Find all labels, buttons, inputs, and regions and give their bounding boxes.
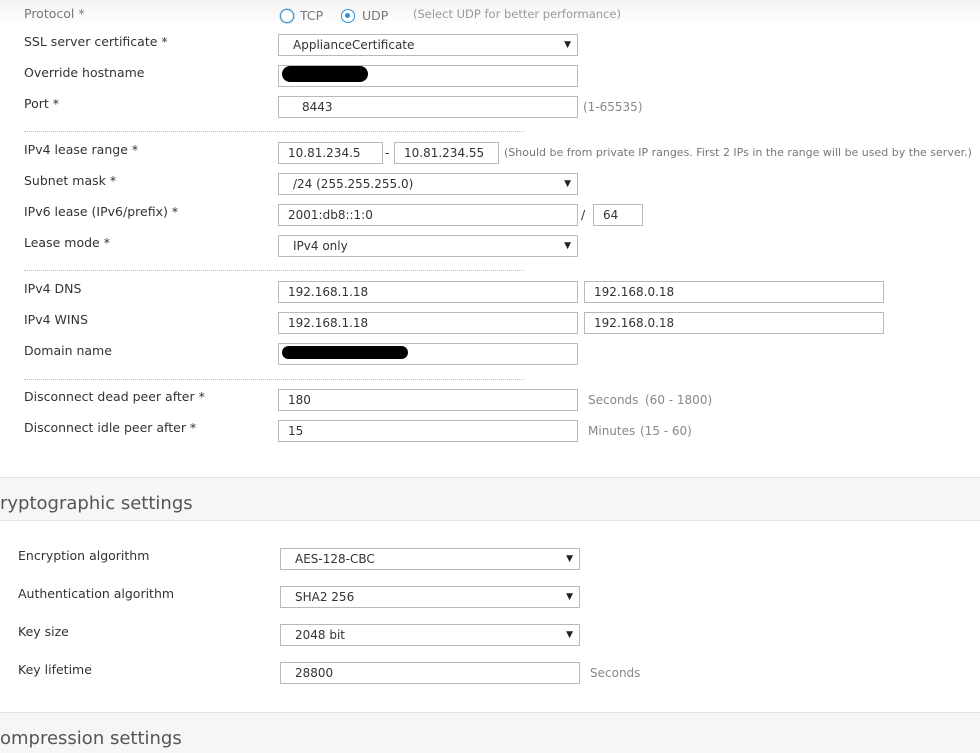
- encryption-value: AES-128-CBC: [295, 552, 375, 566]
- ipv4-wins-label: IPv4 WINS: [24, 312, 88, 327]
- chevron-down-icon: ▼: [564, 40, 571, 50]
- ssl-cert-label: SSL server certificate *: [24, 34, 168, 49]
- ipv6-lease-input[interactable]: 2001:db8::1:0: [278, 204, 578, 226]
- subnet-mask-label: Subnet mask *: [24, 173, 117, 188]
- crypto-section-header: ryptographic settings: [0, 477, 980, 521]
- idle-peer-input[interactable]: 15: [278, 420, 578, 442]
- ipv6-prefix-input[interactable]: 64: [593, 204, 643, 226]
- key-lifetime-input[interactable]: 28800: [280, 662, 580, 684]
- ipv4-dns-primary-value: 192.168.1.18: [288, 285, 369, 299]
- ipv6-prefix-value: 64: [603, 208, 619, 222]
- chevron-down-icon: ▼: [566, 592, 573, 602]
- separator: [24, 270, 524, 271]
- override-hostname-label: Override hostname: [24, 65, 145, 80]
- idle-peer-range: (15 - 60): [640, 424, 692, 438]
- chevron-down-icon: ▼: [564, 179, 571, 189]
- ipv6-lease-label: IPv6 lease (IPv6/prefix) *: [24, 204, 179, 219]
- encryption-label: Encryption algorithm: [18, 548, 150, 563]
- dead-peer-unit: Seconds: [588, 393, 639, 407]
- encryption-select[interactable]: AES-128-CBC ▼: [280, 548, 580, 570]
- ipv4-dns-primary-input[interactable]: 192.168.1.18: [278, 281, 578, 303]
- ssl-cert-value: ApplianceCertificate: [293, 38, 415, 52]
- compression-section-header: ompression settings: [0, 712, 980, 753]
- port-hint: (1-65535): [583, 100, 643, 114]
- key-size-label: Key size: [18, 624, 69, 639]
- authentication-value: SHA2 256: [295, 590, 355, 604]
- idle-peer-value: 15: [288, 424, 304, 438]
- crypto-section-title: ryptographic settings: [0, 493, 193, 514]
- separator: [24, 131, 524, 132]
- ipv4-wins-secondary-value: 192.168.0.18: [594, 316, 675, 330]
- idle-peer-unit: Minutes: [588, 424, 636, 438]
- redaction-mark: [282, 346, 408, 359]
- lease-mode-select[interactable]: IPv4 only ▼: [278, 235, 578, 257]
- ssl-cert-select[interactable]: ApplianceCertificate ▼: [278, 34, 578, 56]
- port-value: 8443: [302, 100, 333, 114]
- compression-section-title: ompression settings: [0, 728, 182, 749]
- ipv4-lease-hint: (Should be from private IP ranges. First…: [504, 146, 972, 159]
- protocol-label: Protocol *: [24, 6, 85, 21]
- lease-mode-value: IPv4 only: [293, 239, 348, 253]
- dead-peer-input[interactable]: 180: [278, 389, 578, 411]
- ipv4-wins-primary-input[interactable]: 192.168.1.18: [278, 312, 578, 334]
- ipv4-lease-start-input[interactable]: 10.81.234.5: [278, 142, 383, 164]
- ipv4-dns-label: IPv4 DNS: [24, 281, 82, 296]
- subnet-mask-value: /24 (255.255.255.0): [293, 177, 414, 191]
- dead-peer-label: Disconnect dead peer after *: [24, 389, 205, 404]
- ipv4-dns-secondary-input[interactable]: 192.168.0.18: [584, 281, 884, 303]
- authentication-select[interactable]: SHA2 256 ▼: [280, 586, 580, 608]
- idle-peer-label: Disconnect idle peer after *: [24, 420, 197, 435]
- tcp-radio-label[interactable]: TCP: [300, 8, 323, 23]
- chevron-down-icon: ▼: [564, 241, 571, 251]
- ipv4-lease-end-input[interactable]: 10.81.234.55: [394, 142, 499, 164]
- subnet-mask-select[interactable]: /24 (255.255.255.0) ▼: [278, 173, 578, 195]
- key-size-select[interactable]: 2048 bit ▼: [280, 624, 580, 646]
- port-label: Port *: [24, 96, 60, 111]
- range-dash: -: [385, 145, 390, 160]
- chevron-down-icon: ▼: [566, 554, 573, 564]
- ipv4-lease-start-value: 10.81.234.5: [288, 146, 361, 160]
- key-lifetime-label: Key lifetime: [18, 662, 92, 677]
- ipv6-lease-value: 2001:db8::1:0: [288, 208, 373, 222]
- ipv4-wins-primary-value: 192.168.1.18: [288, 316, 369, 330]
- key-lifetime-value: 28800: [295, 666, 334, 680]
- domain-name-label: Domain name: [24, 343, 112, 358]
- lease-mode-label: Lease mode *: [24, 235, 110, 250]
- key-size-value: 2048 bit: [295, 628, 346, 642]
- ipv4-lease-label: IPv4 lease range *: [24, 142, 139, 157]
- prefix-slash: /: [581, 207, 586, 222]
- redaction-mark: [282, 66, 368, 82]
- separator: [24, 379, 524, 380]
- authentication-label: Authentication algorithm: [18, 586, 175, 601]
- udp-radio[interactable]: [341, 9, 355, 23]
- protocol-hint: (Select UDP for better performance): [413, 7, 621, 21]
- dead-peer-range: (60 - 1800): [645, 393, 713, 407]
- ipv4-wins-secondary-input[interactable]: 192.168.0.18: [584, 312, 884, 334]
- tcp-radio[interactable]: [280, 9, 294, 23]
- key-lifetime-unit: Seconds: [590, 666, 641, 680]
- port-input[interactable]: 8443: [278, 96, 578, 118]
- ipv4-lease-end-value: 10.81.234.55: [404, 146, 485, 160]
- chevron-down-icon: ▼: [566, 630, 573, 640]
- udp-radio-label[interactable]: UDP: [362, 8, 388, 23]
- ipv4-dns-secondary-value: 192.168.0.18: [594, 285, 675, 299]
- dead-peer-value: 180: [288, 393, 311, 407]
